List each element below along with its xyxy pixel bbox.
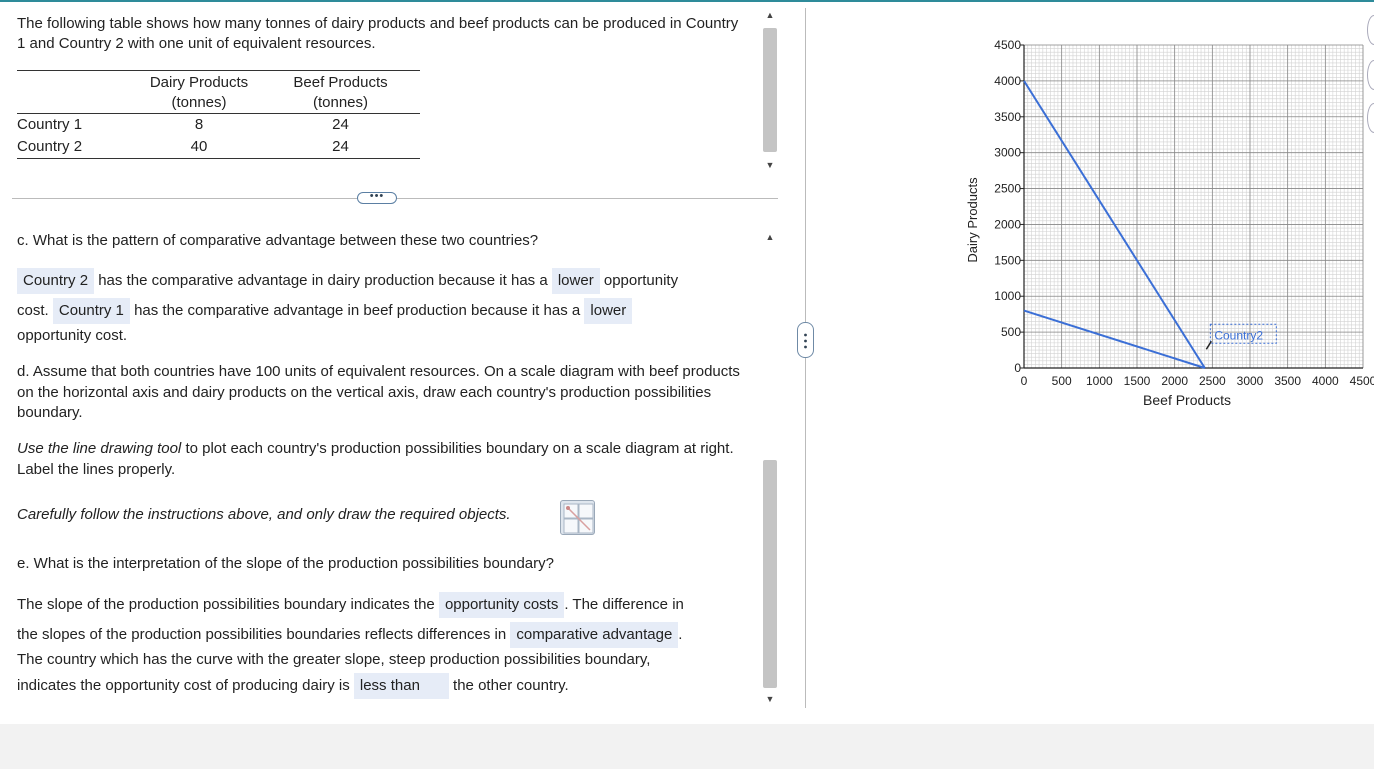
follow-instructions-text: Carefully follow the instructions above,… [17, 506, 511, 523]
table-header-blank [17, 71, 137, 114]
header-dairy-line1: Dairy Products [149, 74, 249, 91]
question-e: e. What is the interpretation of the slo… [17, 555, 554, 572]
header-beef-line2: (tonnes) [312, 94, 369, 111]
production-table: Dairy Products (tonnes) Beef Products (t… [17, 70, 420, 159]
row-dairy: 8 [194, 116, 204, 133]
x-tick-label: 4000 [1312, 374, 1339, 388]
answer-e-text4: . [678, 626, 683, 643]
x-tick-label: 2000 [1161, 374, 1188, 388]
x-tick-label: 4500 [1350, 374, 1374, 388]
y-axis-label: Dairy Products [965, 177, 980, 263]
x-tick-label: 0 [1021, 374, 1028, 388]
answer-e-line4: indicates the opportunity cost of produc… [17, 671, 757, 701]
answer-dropdown-e1[interactable]: opportunity costs [438, 592, 565, 618]
answer-e-text5: The country which has the curve with the… [17, 651, 651, 668]
table-row: Country 2 40 24 [17, 136, 420, 159]
x-tick-label: 3500 [1274, 374, 1301, 388]
x-tick-label: 1500 [1124, 374, 1151, 388]
grip-dots-icon [804, 333, 807, 349]
grid-minor [1023, 44, 1364, 369]
table-row: Country 1 8 24 [17, 114, 420, 137]
x-tick-label: 500 [1052, 374, 1072, 388]
row-country: Country 1 [17, 116, 83, 133]
answer-e-text1: The slope of the production possibilitie… [17, 596, 435, 613]
answer-e-text7: the other country. [453, 677, 569, 694]
instruction-tool-name: Use the line drawing tool [17, 440, 182, 457]
bottom-pane-scrollbar[interactable]: ▲ ▼ [760, 230, 780, 708]
line-tool-glyph [563, 503, 594, 534]
header-dairy-line2: (tonnes) [171, 94, 227, 111]
expand-stem-button[interactable]: ••• [357, 191, 397, 204]
x-tick-label: 3000 [1237, 374, 1264, 388]
answer-e-line1: The slope of the production possibilitie… [17, 590, 757, 620]
scroll-up-icon[interactable]: ▲ [760, 230, 780, 244]
scrollbar-thumb[interactable] [763, 460, 777, 688]
answer-dropdown-c3[interactable]: Country 1 [52, 298, 130, 324]
y-tick-label: 4000 [994, 74, 1021, 88]
side-button-3[interactable] [1367, 103, 1374, 133]
scroll-down-icon[interactable]: ▼ [760, 158, 780, 172]
answer-e-text2: . The difference in [564, 596, 684, 613]
y-tick-label: 3000 [994, 146, 1021, 160]
footer-bar [0, 724, 1374, 769]
answer-e-text3: the slopes of the production possibiliti… [17, 626, 507, 643]
y-tick-label: 0 [1014, 361, 1021, 375]
y-tick-label: 500 [1001, 325, 1021, 339]
row-dairy: 40 [190, 138, 208, 155]
panel-resize-handle[interactable] [797, 322, 814, 358]
ppb-chart[interactable]: 0 500 1000 1500 2000 2500 3000 3500 4000 4500 0 500… [955, 30, 1374, 420]
instruction-d: Use the line drawing tool to plot each c… [17, 439, 752, 480]
x-tick-label: 1000 [1086, 374, 1113, 388]
scrollbar-thumb[interactable] [763, 28, 777, 152]
table-header-row: Dairy Products (tonnes) Beef Products (t… [17, 70, 420, 114]
answer-dropdown-c1[interactable]: Country 2 [17, 268, 95, 294]
annotation-label: Country2 [1214, 328, 1263, 342]
question-stem-pane: The following table shows how many tonne… [0, 0, 760, 198]
answer-c-text2: opportunity [603, 272, 679, 289]
answer-dropdown-e2[interactable]: comparative advantage [510, 622, 679, 648]
intro-text: The following table shows how many tonne… [17, 15, 739, 52]
question-c: c. What is the pattern of comparative ad… [17, 232, 539, 249]
y-tick-label: 2000 [994, 217, 1021, 231]
answer-dropdown-c4[interactable]: lower [584, 298, 633, 324]
table-header-dairy: Dairy Products (tonnes) [137, 71, 261, 114]
answer-e-text6: indicates the opportunity cost of produc… [17, 677, 350, 694]
x-tick-label: 2500 [1199, 374, 1226, 388]
top-pane-scrollbar[interactable]: ▲ ▼ [760, 8, 780, 172]
y-tick-label: 1500 [994, 253, 1021, 267]
row-beef: 24 [332, 116, 349, 133]
scroll-down-icon[interactable]: ▼ [760, 692, 780, 706]
answer-c-text1: has the comparative advantage in dairy p… [98, 272, 548, 289]
y-tick-label: 4500 [994, 38, 1021, 52]
scroll-up-icon[interactable]: ▲ [760, 8, 780, 22]
answer-dropdown-c2[interactable]: lower [551, 268, 600, 294]
header-beef-line1: Beef Products [293, 74, 388, 91]
row-beef: 24 [332, 138, 349, 155]
side-button-2[interactable] [1367, 60, 1374, 90]
answer-c-line1: Country 2 has the comparative advantage … [17, 266, 757, 296]
answer-c-text4: has the comparative advantage in beef pr… [134, 302, 581, 319]
row-country: Country 2 [17, 138, 83, 155]
answer-dropdown-e3[interactable]: less than [353, 673, 449, 699]
x-axis-label: Beef Products [1143, 392, 1231, 408]
panel-separator [805, 8, 806, 708]
answer-c-text5: opportunity cost. [17, 327, 128, 344]
y-tick-label: 3500 [994, 110, 1021, 124]
answer-e-line2: the slopes of the production possibiliti… [17, 620, 757, 650]
question-d: d. Assume that both countries have 100 u… [17, 363, 740, 421]
answer-c-line2: cost. Country 1 has the comparative adva… [17, 296, 757, 326]
question-panel: The following table shows how many tonne… [0, 0, 760, 724]
table-header-beef: Beef Products (tonnes) [261, 71, 420, 114]
y-tick-label: 2500 [994, 182, 1021, 196]
line-drawing-tool-icon[interactable] [560, 500, 595, 535]
side-button-1[interactable] [1367, 15, 1374, 45]
y-tick-label: 1000 [994, 289, 1021, 303]
ppb-graph[interactable]: 0 500 1000 1500 2000 2500 3000 3500 4000 4500 0 500… [955, 30, 1374, 420]
question-parts-pane: c. What is the pattern of comparative ad… [0, 199, 760, 719]
answer-c-text3: cost. [17, 302, 49, 319]
annotations: Country2 [1205, 323, 1277, 350]
